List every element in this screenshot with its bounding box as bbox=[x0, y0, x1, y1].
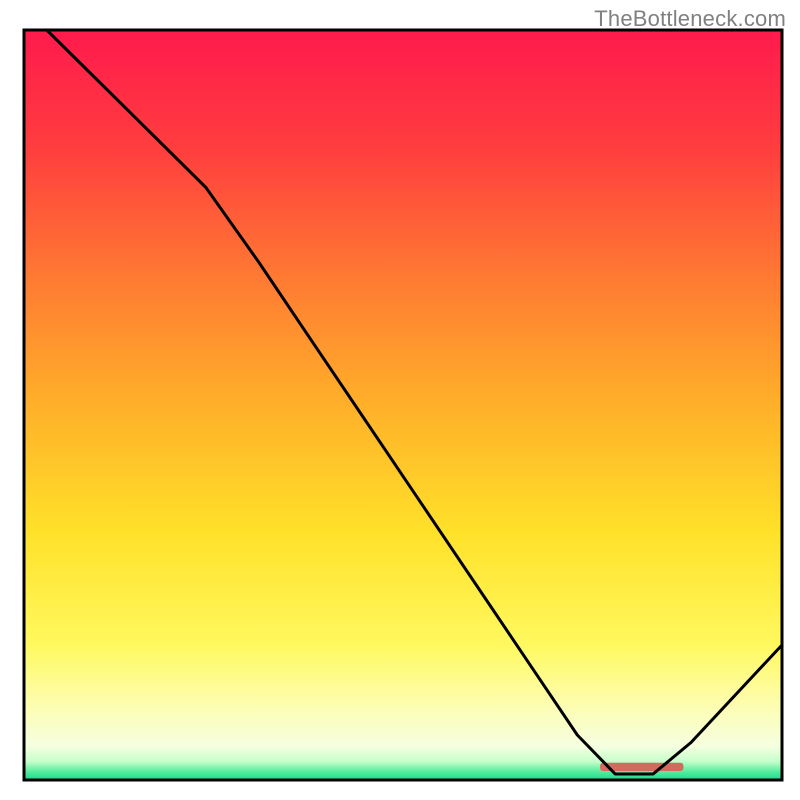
chart-container: TheBottleneck.com bbox=[0, 0, 800, 800]
bottleneck-chart bbox=[0, 0, 800, 800]
gradient-background bbox=[24, 30, 782, 780]
